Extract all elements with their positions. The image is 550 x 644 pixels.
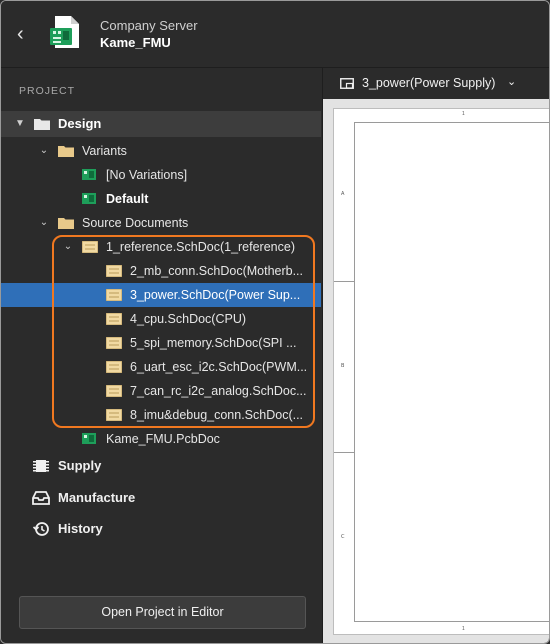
sheet-icon — [340, 78, 354, 89]
tree-item-schdoc[interactable]: 5_spi_memory.SchDoc(SPI ... — [1, 331, 321, 355]
schematic-doc-icon — [106, 289, 122, 301]
tree-item-label: 6_uart_esc_i2c.SchDoc(PWM... — [130, 360, 308, 374]
chevron-down-icon[interactable]: ⌄ — [62, 235, 74, 259]
tree-item-label: Kame_FMU.PcbDoc — [106, 432, 220, 446]
tree-item-label: 3_power.SchDoc(Power Sup... — [130, 288, 301, 302]
board-project-icon — [50, 16, 79, 48]
schematic-doc-icon — [106, 265, 122, 277]
tree-item-label: 8_imu&debug_conn.SchDoc(... — [130, 408, 304, 422]
document-viewer: 3_power(Power Supply) ⌄ 1 1 A B C — [322, 68, 549, 643]
chip-icon — [33, 460, 49, 472]
project-panel: PROJECT ▼ Design ⌄ Variants [No Variatio… — [1, 68, 321, 643]
tree-item-label: Source Documents — [82, 216, 189, 230]
tree-item-variants[interactable]: ⌄ Variants — [1, 139, 321, 163]
folder-icon — [58, 146, 74, 157]
tree-item-label: [No Variations] — [106, 168, 188, 182]
tree-item-source-documents[interactable]: ⌄ Source Documents — [1, 211, 321, 235]
board-icon — [82, 169, 96, 180]
tree-item-variant[interactable]: Default — [1, 187, 321, 211]
tree-item-label: Design — [58, 116, 102, 131]
folder-icon — [34, 119, 50, 130]
tree-item-schdoc[interactable]: 7_can_rc_i2c_analog.SchDoc... — [1, 379, 321, 403]
back-button[interactable]: ‹ — [17, 23, 35, 45]
tree-item-label: 7_can_rc_i2c_analog.SchDoc... — [130, 384, 307, 398]
schematic-doc-icon — [106, 313, 122, 325]
nav-label: History — [58, 521, 103, 536]
tree-item-design[interactable]: ▼ Design — [1, 111, 321, 137]
app-window: ‹ Company Server Kame_FMU PROJECT ▼ Desi… — [0, 0, 550, 644]
chevron-down-icon: ⌄ — [507, 76, 517, 88]
schematic-doc-icon — [106, 409, 122, 421]
chevron-down-icon[interactable]: ⌄ — [38, 211, 50, 235]
document-selector-label: 3_power(Power Supply) — [362, 76, 496, 90]
zone-divider — [334, 281, 354, 282]
chevron-down-icon[interactable]: ▼ — [14, 111, 26, 137]
open-project-button[interactable]: Open Project in Editor — [19, 596, 306, 629]
zone-divider — [334, 452, 354, 453]
project-title: Kame_FMU — [100, 35, 171, 50]
chevron-left-icon: ‹ — [17, 23, 24, 45]
sheet-zone-label: B — [341, 363, 345, 369]
tree-item-label: 4_cpu.SchDoc(CPU) — [130, 312, 247, 326]
inbox-tray-icon — [32, 491, 50, 505]
tree-item-pcbdoc[interactable]: Kame_FMU.PcbDoc — [1, 427, 321, 451]
tree-item-label: 1_reference.SchDoc(1_reference) — [106, 240, 295, 254]
tree-item-label: 5_spi_memory.SchDoc(SPI ... — [130, 336, 297, 350]
nav-supply[interactable]: Supply — [1, 453, 321, 479]
tree-item-root-schdoc[interactable]: ⌄ 1_reference.SchDoc(1_reference) — [1, 235, 321, 259]
sheet-column-mark: 1 — [462, 626, 465, 632]
sheet-zone-label: C — [341, 534, 345, 540]
nav-manufacture[interactable]: Manufacture — [1, 485, 321, 511]
document-selector[interactable]: 3_power(Power Supply) ⌄ — [323, 68, 549, 98]
section-label: PROJECT — [19, 85, 76, 97]
tree-item-schdoc[interactable]: 8_imu&debug_conn.SchDoc(... — [1, 403, 321, 427]
history-clock-icon — [32, 522, 49, 536]
tree-item-schdoc[interactable]: 6_uart_esc_i2c.SchDoc(PWM... — [1, 355, 321, 379]
folder-icon — [58, 218, 74, 229]
sheet-preview-area[interactable]: 1 1 A B C — [323, 99, 549, 643]
pcb-doc-icon — [82, 433, 96, 444]
schematic-doc-icon — [82, 241, 98, 253]
nav-label: Manufacture — [58, 490, 136, 505]
schematic-doc-icon — [106, 361, 122, 373]
chevron-down-icon[interactable]: ⌄ — [38, 139, 50, 163]
nav-history[interactable]: History — [1, 516, 321, 542]
tree-item-schdoc[interactable]: 4_cpu.SchDoc(CPU) — [1, 307, 321, 331]
sheet-zone-label: A — [341, 191, 345, 197]
nav-label: Supply — [58, 458, 102, 473]
tree-item-variant[interactable]: [No Variations] — [1, 163, 321, 187]
tree-item-schdoc-selected[interactable]: 3_power.SchDoc(Power Sup... — [1, 283, 321, 307]
tree-item-schdoc[interactable]: 2_mb_conn.SchDoc(Motherb... — [1, 259, 321, 283]
tree-item-label: Variants — [82, 144, 127, 158]
tree-item-label: 2_mb_conn.SchDoc(Motherb... — [130, 264, 304, 278]
board-icon — [82, 193, 96, 204]
sheet-drawing-frame — [354, 122, 549, 622]
schematic-sheet: 1 1 A B C — [333, 108, 549, 635]
project-header: ‹ Company Server Kame_FMU — [1, 1, 549, 68]
tree-item-label: Default — [106, 192, 149, 206]
schematic-doc-icon — [106, 337, 122, 349]
server-name: Company Server — [100, 18, 198, 33]
schematic-doc-icon — [106, 385, 122, 397]
sheet-column-mark: 1 — [462, 111, 465, 117]
